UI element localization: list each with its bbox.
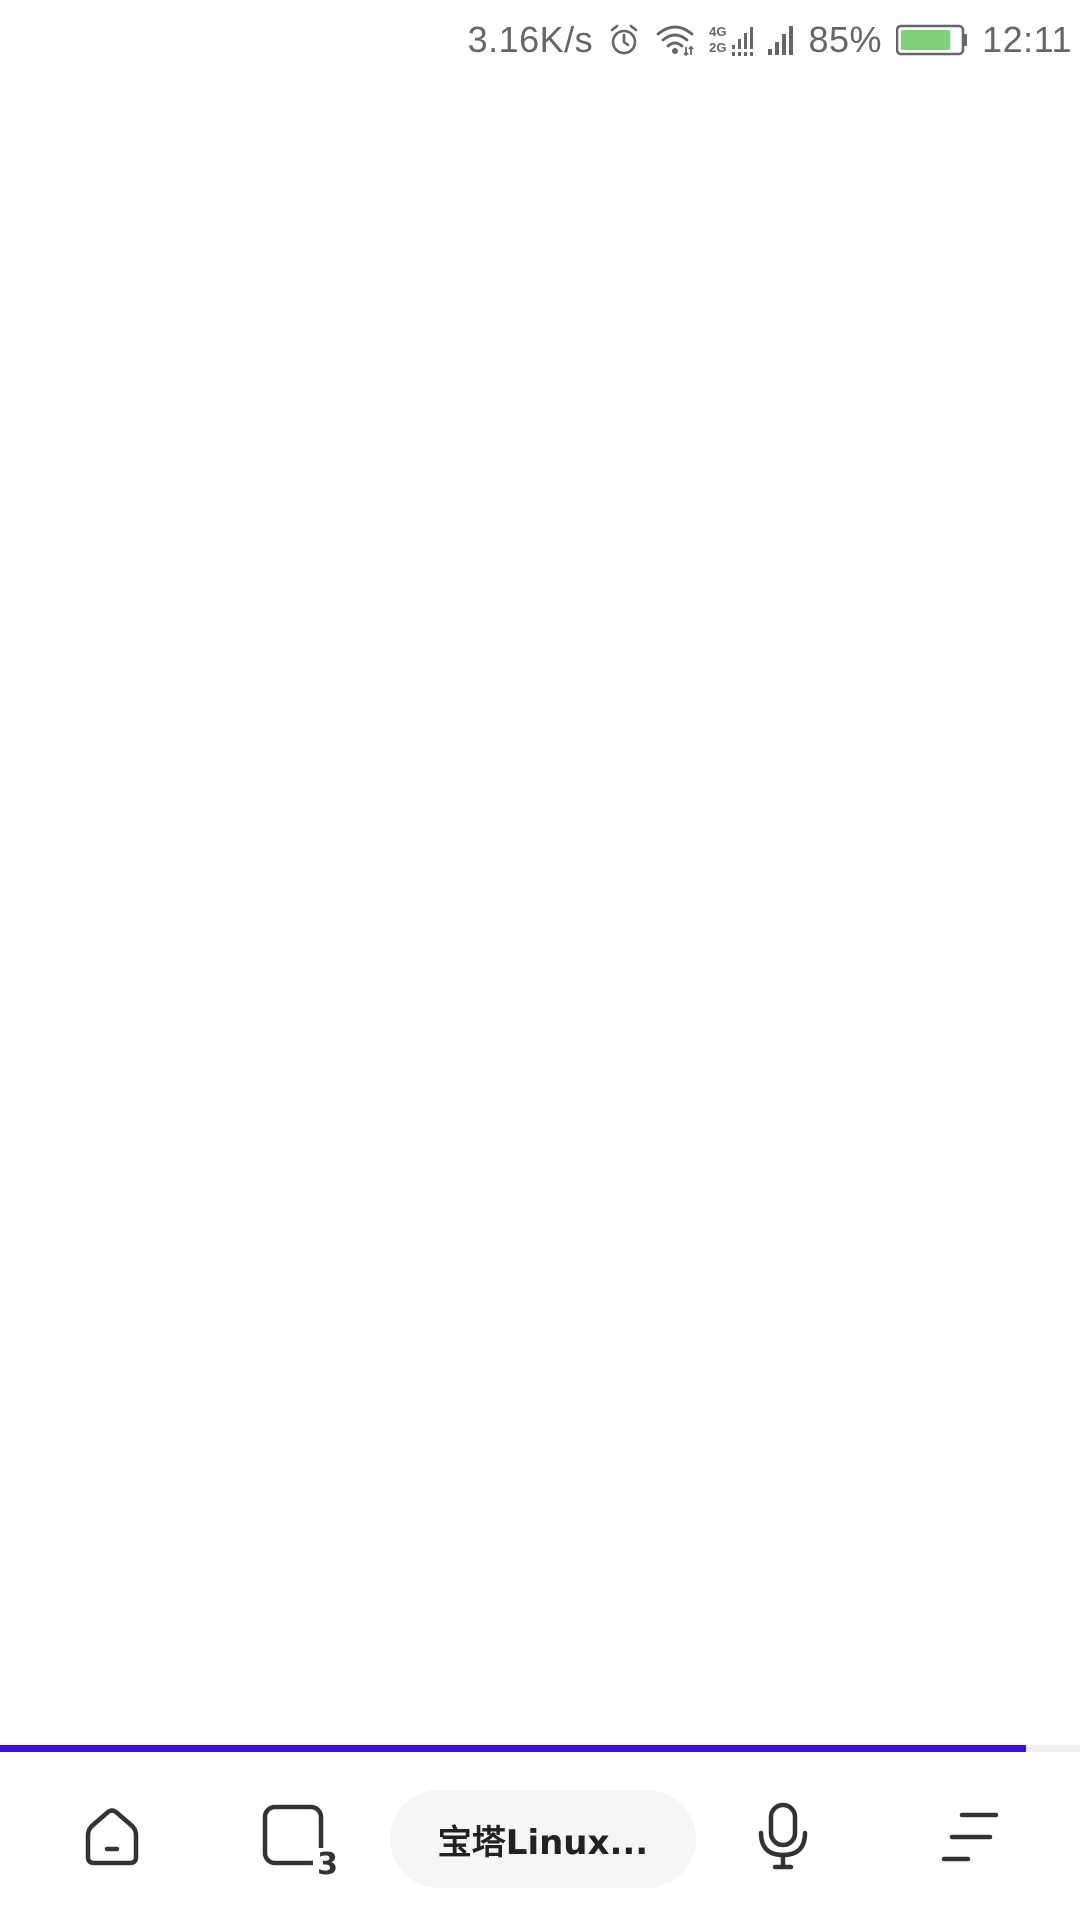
home-button[interactable] [57, 1782, 167, 1892]
microphone-icon [758, 1802, 808, 1870]
battery-percent: 85% [808, 19, 883, 60]
web-content-area[interactable] [0, 80, 1080, 1745]
alarm-icon [607, 23, 641, 57]
network-speed: 3.16K/s [467, 19, 594, 60]
address-text: 宝塔Linux... [437, 1822, 649, 1863]
network-type-bottom: 2G [709, 40, 727, 55]
battery-icon [896, 23, 968, 57]
signal-icon [767, 23, 795, 57]
page-load-progress [0, 1745, 1080, 1752]
page-load-progress-fill [0, 1745, 1026, 1752]
menu-button[interactable] [915, 1782, 1025, 1892]
wifi-icon [655, 23, 695, 57]
menu-icon [941, 1812, 999, 1862]
address-bar[interactable]: 宝塔Linux... [390, 1790, 696, 1888]
voice-search-button[interactable] [728, 1782, 838, 1892]
clock: 12:11 [982, 19, 1072, 60]
dual-signal-icon: 4G 2G [709, 23, 753, 57]
browser-screen: 3.16K/s 4G 2G 85% 12:11 3 宝塔Linux... [0, 0, 1080, 1920]
bottom-toolbar: 3 宝塔Linux... [0, 1752, 1080, 1920]
home-icon [85, 1808, 139, 1866]
network-type-top: 4G [709, 24, 727, 39]
tabs-button[interactable]: 3 [240, 1782, 350, 1892]
tab-count: 3 [313, 1848, 340, 1880]
status-bar: 3.16K/s 4G 2G 85% 12:11 [0, 0, 1080, 80]
